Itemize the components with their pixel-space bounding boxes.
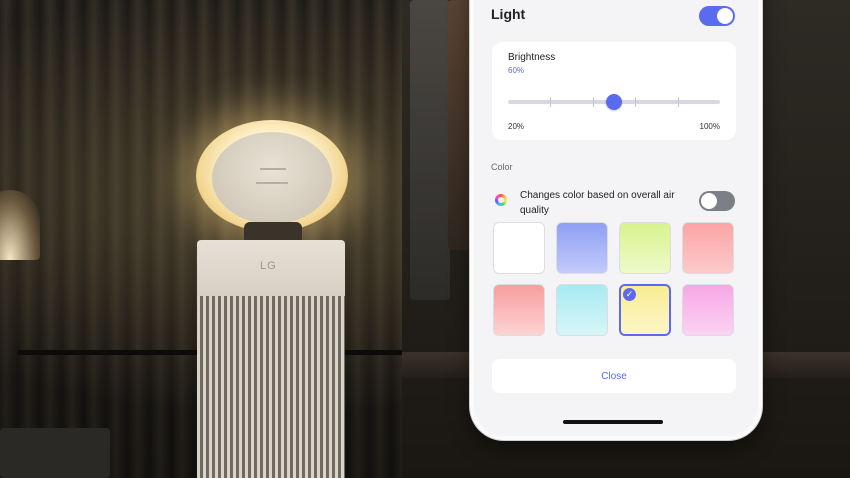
color-swatch-yellow[interactable]: ✓ — [619, 284, 671, 336]
color-swatch-white[interactable] — [493, 222, 545, 274]
air-quality-color-label: Changes color based on overall air quali… — [520, 190, 675, 216]
phone-frame: Light Brightness 60% 20% 100% Color Chan… — [470, 0, 762, 440]
color-swatch-pink[interactable] — [682, 284, 734, 336]
air-quality-color-toggle[interactable] — [699, 191, 735, 211]
light-settings-sheet: Light Brightness 60% 20% 100% Color Chan… — [474, 4, 758, 436]
slider-tick — [550, 97, 551, 107]
hanging-coat — [410, 0, 450, 300]
toggle-knob — [717, 8, 733, 24]
purifier-display — [256, 182, 288, 184]
light-toggle[interactable] — [699, 6, 735, 26]
hanging-coat — [448, 0, 472, 250]
purifier-logo: LG — [260, 260, 277, 272]
color-section-heading: Color — [491, 162, 513, 172]
side-table — [0, 428, 110, 478]
brightness-max-label: 100% — [699, 122, 720, 131]
brightness-card: Brightness 60% 20% 100% — [492, 42, 736, 140]
purifier-dome — [212, 132, 332, 224]
slider-tick — [678, 97, 679, 107]
brightness-value: 60% — [508, 66, 525, 75]
color-wheel-icon — [495, 194, 507, 206]
purifier-display — [260, 168, 286, 170]
brightness-label: Brightness — [508, 52, 556, 63]
home-indicator — [563, 420, 663, 424]
purifier-grill — [197, 296, 345, 478]
check-icon: ✓ — [623, 288, 636, 301]
color-swatch-salmon[interactable] — [493, 284, 545, 336]
color-swatch-coral[interactable] — [682, 222, 734, 274]
color-swatch-aqua[interactable] — [556, 284, 608, 336]
toggle-knob — [701, 193, 717, 209]
light-title: Light — [491, 6, 526, 22]
air-quality-color-row: Changes color based on overall air quali… — [491, 188, 739, 218]
brightness-min-label: 20% — [508, 122, 525, 131]
slider-tick — [635, 97, 636, 107]
slider-tick — [593, 97, 594, 107]
color-swatch-blue[interactable] — [556, 222, 608, 274]
color-swatch-lime[interactable] — [619, 222, 671, 274]
light-row: Light — [491, 6, 739, 26]
close-button[interactable]: Close — [492, 359, 736, 393]
brightness-slider-thumb[interactable] — [606, 94, 622, 110]
